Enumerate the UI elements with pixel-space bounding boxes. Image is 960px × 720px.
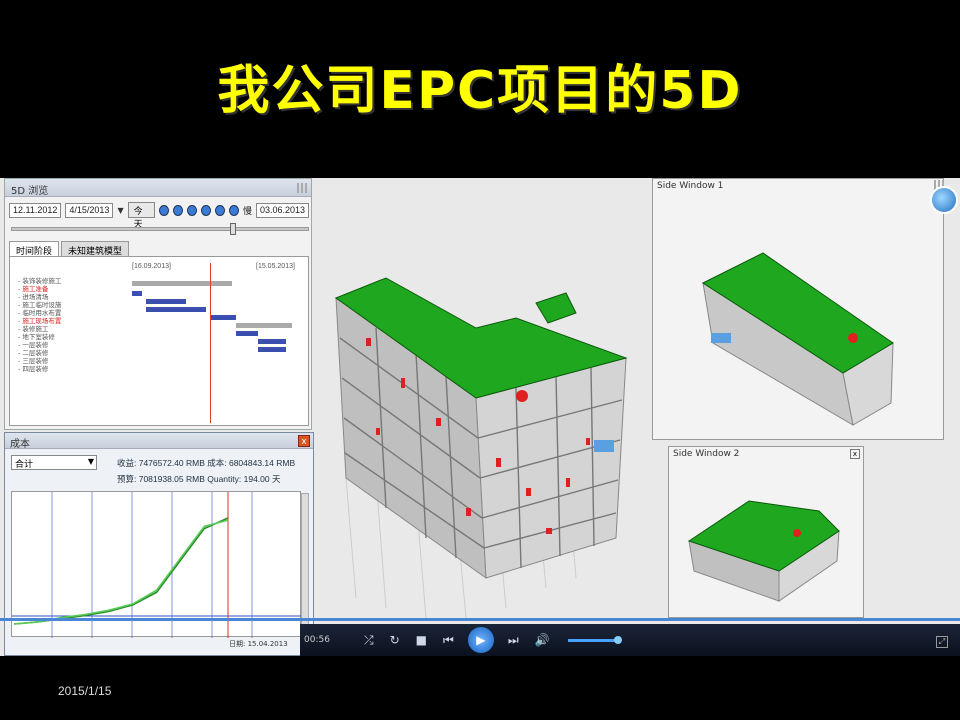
end-date-field[interactable]: 03.06.2013 [255, 202, 310, 218]
panel-grip-icon[interactable] [297, 183, 309, 193]
next-track-icon[interactable]: ⏭ [508, 633, 519, 648]
today-button[interactable]: 今天 [127, 202, 156, 230]
slide-date: 2015/1/15 [58, 684, 112, 698]
chart-date-label: 日期: 15.04.2013 [229, 640, 288, 648]
gantt-header-start: [16.09.2013] [132, 263, 171, 270]
cost-figures-row2: 预算: 7081938.05 RMB Quantity: 194.00 天 [117, 474, 281, 484]
repeat-icon[interactable]: ↻ [390, 633, 400, 647]
play-back-icon[interactable] [187, 204, 198, 216]
slide-title: 我公司EPC项目的5D [217, 61, 743, 121]
next-frame-icon[interactable] [215, 204, 226, 216]
timeline-slider-handle[interactable] [230, 223, 236, 235]
volume-slider-handle[interactable] [613, 635, 622, 644]
chevron-down-icon[interactable]: ▼ [117, 206, 123, 215]
cost-chart [11, 491, 302, 638]
current-date-field[interactable]: 4/15/2013 [65, 202, 114, 218]
gantt-bar [146, 299, 186, 304]
media-controls: 00:56 ⤮ ↻ ■ ⏮ ▶ ⏭ 🔊 [300, 624, 960, 656]
gantt-bar [236, 331, 258, 336]
previous-frame-icon[interactable] [173, 204, 184, 216]
close-icon[interactable]: x [850, 449, 860, 459]
cost-panel-title: 成本 [5, 433, 313, 450]
building-model-side-1 [701, 252, 894, 426]
side-window-2-title: Side Window 2 [673, 449, 740, 459]
gantt-bar [258, 339, 286, 344]
elapsed-time: 00:56 [304, 635, 330, 645]
app-screenshot: 5D 浏览 12.11.2012 4/15/2013 ▼ 今天 慢 03.06.… [0, 178, 960, 656]
first-frame-icon[interactable] [159, 204, 170, 216]
building-model-main [334, 277, 628, 619]
timeline-controls: 12.11.2012 4/15/2013 ▼ 今天 慢 03.06.2013 [9, 201, 310, 230]
close-icon[interactable]: x [298, 435, 310, 447]
side-window-2[interactable]: Side Window 2 x [668, 446, 864, 618]
video-progress-bar[interactable] [0, 618, 960, 621]
gantt-bar [146, 307, 206, 312]
shuffle-icon[interactable]: ⤮ [364, 633, 374, 648]
main-3d-view[interactable] [316, 178, 646, 619]
globe-icon[interactable] [930, 186, 958, 214]
gantt-bar [132, 281, 232, 286]
panel-5d-title: 5D 浏览 [5, 179, 311, 197]
cost-type-value: 合计 [15, 460, 34, 470]
gantt-bar [210, 315, 236, 320]
vertical-scrollbar[interactable] [301, 493, 309, 633]
cost-series-line [13, 517, 229, 625]
speed-label: 慢 [242, 206, 252, 217]
gantt-header-end: [15.05.2013] [256, 263, 295, 270]
today-marker-line [210, 263, 211, 423]
last-frame-icon[interactable] [229, 204, 239, 216]
play-icon[interactable] [201, 204, 212, 216]
gantt-bar [236, 323, 292, 328]
volume-icon[interactable]: 🔊 [535, 633, 550, 647]
gantt-bar [132, 291, 142, 296]
task-item[interactable]: - 四层装修 [18, 363, 48, 373]
play-button[interactable]: ▶ [467, 627, 494, 653]
cost-chart-svg [12, 492, 302, 638]
cost-panel: 成本 x 合计 ▼ 收益: 7476572.40 RMB 成本: 6804843… [4, 432, 314, 656]
previous-track-icon[interactable]: ⏮ [443, 633, 454, 648]
cost-type-select[interactable]: 合计 ▼ [11, 455, 97, 470]
timeline-slider[interactable] [11, 223, 309, 235]
stop-icon[interactable]: ■ [416, 633, 427, 647]
chevron-down-icon[interactable]: ▼ [88, 457, 94, 466]
cost-figures-row1: 收益: 7476572.40 RMB 成本: 6804843.14 RMB [117, 458, 296, 468]
start-date-field[interactable]: 12.11.2012 [9, 202, 62, 218]
panel-5d-browse: 5D 浏览 12.11.2012 4/15/2013 ▼ 今天 慢 03.06.… [4, 178, 312, 430]
building-model-side-2 [687, 500, 840, 602]
fullscreen-icon[interactable]: ⤢ [936, 636, 948, 648]
gantt-chart: [16.09.2013] [15.05.2013] - 装饰装修施工 - 施工准… [9, 256, 309, 426]
side-window-1-title: Side Window 1 [657, 181, 724, 191]
volume-slider[interactable] [567, 635, 622, 644]
side-window-1[interactable]: Side Window 1 [652, 178, 944, 440]
gantt-bar [258, 347, 286, 352]
